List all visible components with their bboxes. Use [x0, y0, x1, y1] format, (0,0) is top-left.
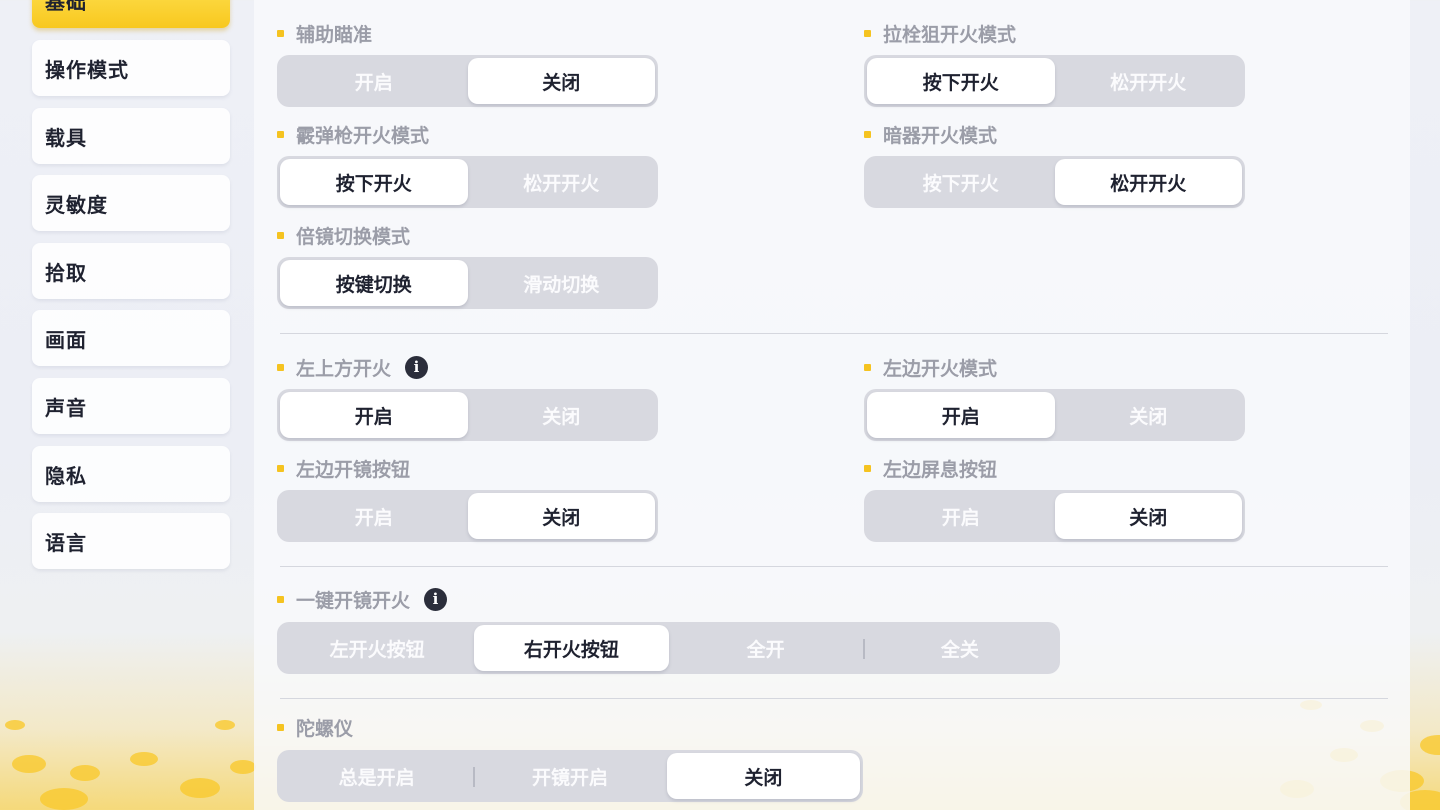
left-fire-mode-toggle: 开启 关闭: [864, 389, 1245, 441]
decorative-dot: [130, 752, 158, 766]
scope-switch-label: 倍镜切换模式: [277, 223, 411, 248]
bolt-sniper-fire-label: 拉栓狙开火模式: [864, 21, 1017, 46]
left-fire-mode-label: 左边开火模式: [864, 355, 998, 380]
aim-assist-toggle: 开启 关闭: [277, 55, 658, 107]
aim-assist-on-option[interactable]: 开启: [280, 58, 468, 104]
bullet-icon: [277, 464, 284, 472]
always-on-option[interactable]: 总是开启: [280, 753, 473, 799]
shotgun-fire-toggle: 按下开火 松开开火: [277, 156, 658, 208]
off-option[interactable]: 关闭: [666, 753, 860, 799]
section-divider: [280, 333, 1388, 334]
decorative-dot: [70, 765, 100, 781]
left-scope-button-toggle: 开启 关闭: [277, 490, 658, 542]
bullet-icon: [277, 29, 284, 37]
gyroscope-selector: 总是开启 开镜开启 关闭: [277, 750, 863, 802]
scope-switch-toggle: 按键切换 滑动切换: [277, 257, 658, 309]
sidebar-item-privacy[interactable]: 隐私: [32, 446, 230, 502]
sidebar-item-pickup[interactable]: 拾取: [32, 243, 230, 299]
on-option[interactable]: 开启: [280, 392, 468, 438]
bullet-icon: [864, 464, 871, 472]
decorative-dot: [230, 760, 256, 774]
press-fire-option[interactable]: 按下开火: [280, 159, 468, 205]
bullet-icon: [864, 29, 871, 37]
top-left-fire-label: 左上方开火 i: [277, 355, 429, 380]
right-fire-button-option[interactable]: 右开火按钮: [474, 625, 669, 671]
on-option[interactable]: 开启: [867, 392, 1055, 438]
label-text: 拉栓狙开火模式: [883, 23, 1017, 46]
info-icon[interactable]: i: [424, 587, 448, 611]
sidebar-item-sensitivity[interactable]: 灵敏度: [32, 175, 230, 231]
section-divider: [280, 698, 1388, 699]
sidebar-item-sound[interactable]: 声音: [32, 378, 230, 434]
label-text: 左边屏息按钮: [883, 458, 998, 481]
left-scope-button-label: 左边开镜按钮: [277, 456, 411, 481]
scope-on-option[interactable]: 开镜开启: [473, 753, 666, 799]
left-breath-button-label: 左边屏息按钮: [864, 456, 998, 481]
press-fire-option[interactable]: 按下开火: [867, 159, 1055, 205]
decorative-dot: [180, 778, 220, 798]
decorative-dot: [40, 788, 88, 810]
on-option[interactable]: 开启: [280, 493, 468, 539]
press-fire-option[interactable]: 按下开火: [867, 58, 1055, 104]
decorative-dot: [215, 720, 235, 730]
label-text: 陀螺仪: [296, 717, 354, 740]
off-option[interactable]: 关闭: [1054, 493, 1242, 539]
sidebar-item-graphics[interactable]: 画面: [32, 310, 230, 366]
bolt-sniper-fire-toggle: 按下开火 松开开火: [864, 55, 1245, 107]
label-text: 暗器开火模式: [883, 124, 998, 147]
label-text: 辅助瞄准: [296, 23, 373, 46]
aim-assist-label: 辅助瞄准: [277, 21, 373, 46]
bullet-icon: [277, 595, 284, 603]
sidebar-item-control-mode[interactable]: 操作模式: [32, 40, 230, 96]
aim-assist-off-option[interactable]: 关闭: [467, 58, 655, 104]
bullet-icon: [864, 130, 871, 138]
off-option[interactable]: 关闭: [468, 392, 656, 438]
info-icon[interactable]: i: [405, 355, 429, 379]
gyroscope-label: 陀螺仪: [277, 715, 354, 740]
hidden-weapon-fire-label: 暗器开火模式: [864, 122, 998, 147]
label-text: 一键开镜开火: [296, 589, 411, 612]
off-option[interactable]: 关闭: [1055, 392, 1243, 438]
left-fire-button-option[interactable]: 左开火按钮: [280, 625, 474, 671]
all-on-option[interactable]: 全开: [669, 625, 863, 671]
key-switch-option[interactable]: 按键切换: [280, 260, 468, 306]
release-fire-option[interactable]: 松开开火: [1055, 58, 1243, 104]
shotgun-fire-label: 霰弹枪开火模式: [277, 122, 430, 147]
sidebar-item-basic[interactable]: 基础: [32, 0, 230, 28]
decorative-dot: [5, 720, 25, 730]
label-text: 霰弹枪开火模式: [296, 124, 430, 147]
bullet-icon: [277, 723, 284, 731]
off-option[interactable]: 关闭: [467, 493, 655, 539]
label-text: 左上方开火: [296, 357, 392, 380]
sidebar-item-vehicle[interactable]: 载具: [32, 108, 230, 164]
all-off-option[interactable]: 全关: [862, 625, 1057, 671]
one-tap-scope-fire-label: 一键开镜开火 i: [277, 587, 448, 612]
decorative-dot: [12, 755, 46, 773]
top-left-fire-toggle: 开启 关闭: [277, 389, 658, 441]
release-fire-option[interactable]: 松开开火: [1054, 159, 1242, 205]
hidden-weapon-fire-toggle: 按下开火 松开开火: [864, 156, 1245, 208]
bullet-icon: [277, 363, 284, 371]
one-tap-scope-fire-selector: 左开火按钮 右开火按钮 全开 全关: [277, 622, 1060, 674]
section-divider: [280, 566, 1388, 567]
sidebar-item-language[interactable]: 语言: [32, 513, 230, 569]
decorative-dot: [1420, 735, 1440, 755]
on-option[interactable]: 开启: [867, 493, 1055, 539]
label-text: 左边开镜按钮: [296, 458, 411, 481]
label-text: 倍镜切换模式: [296, 225, 411, 248]
label-text: 左边开火模式: [883, 357, 998, 380]
slide-switch-option[interactable]: 滑动切换: [468, 260, 656, 306]
left-breath-button-toggle: 开启 关闭: [864, 490, 1245, 542]
bullet-icon: [864, 363, 871, 371]
release-fire-option[interactable]: 松开开火: [468, 159, 656, 205]
bullet-icon: [277, 130, 284, 138]
bullet-icon: [277, 231, 284, 239]
